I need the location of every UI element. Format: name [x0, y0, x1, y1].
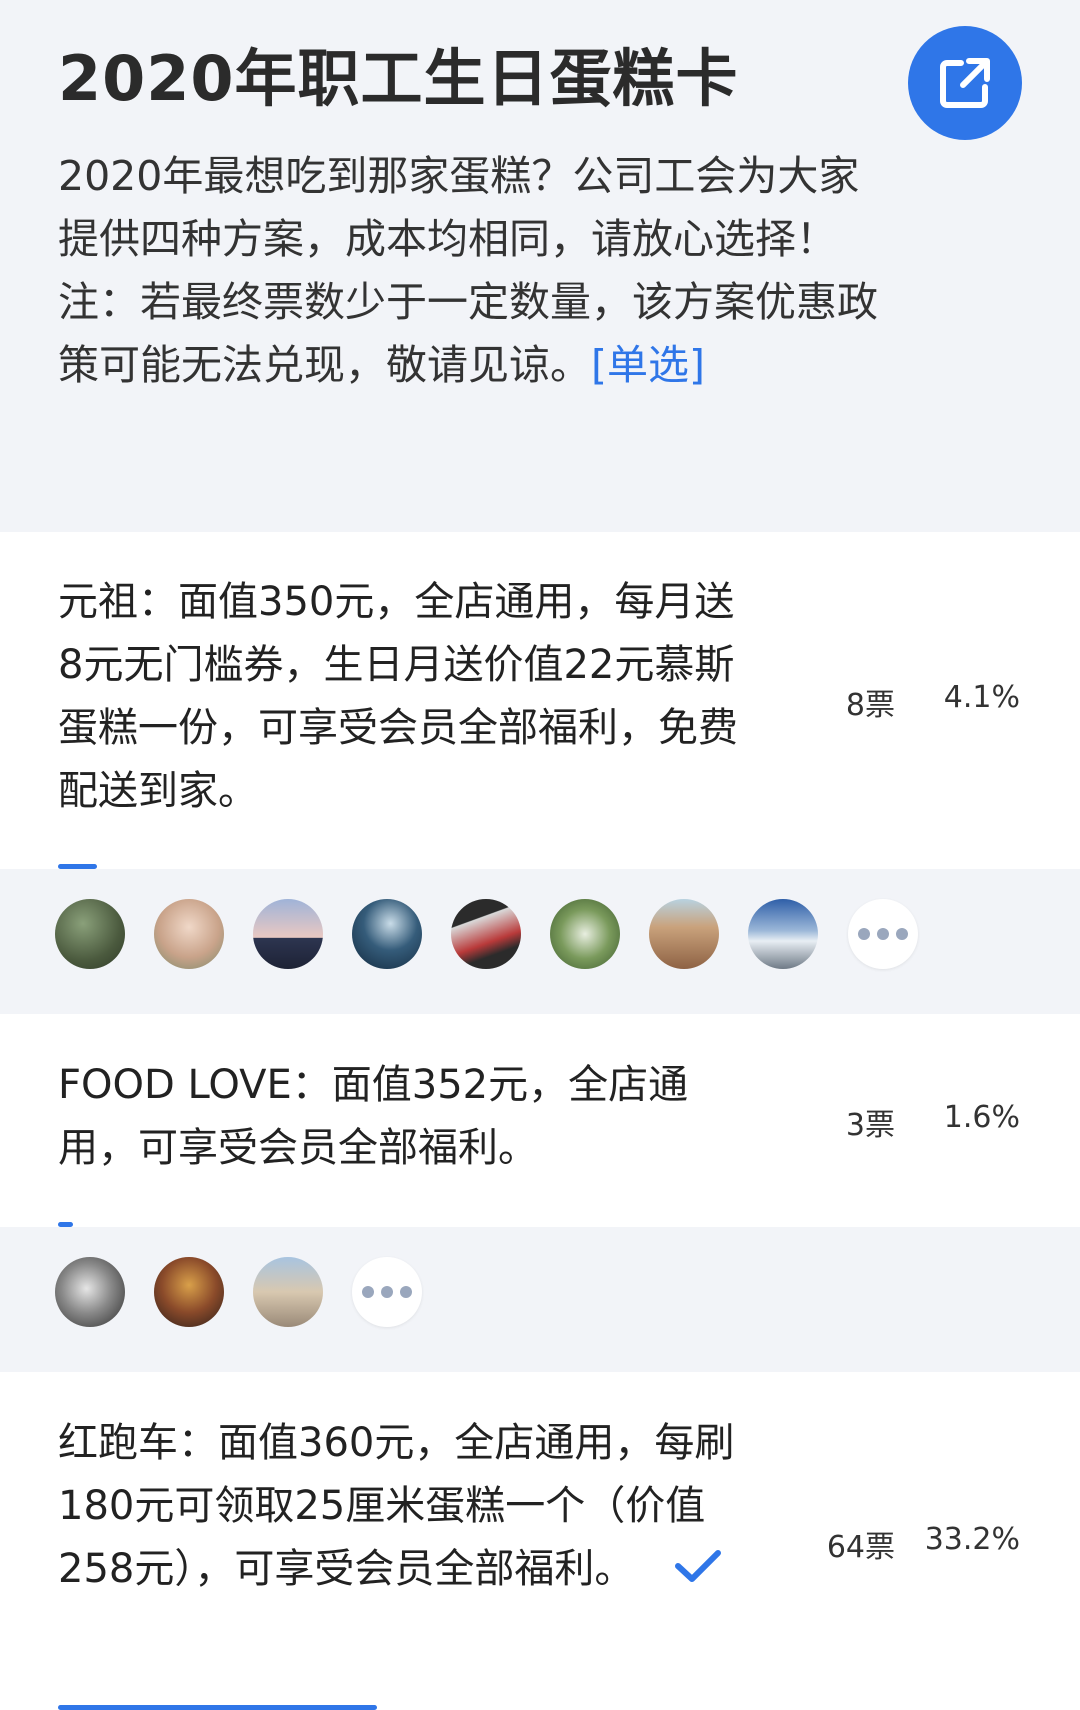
- voter-avatar[interactable]: [253, 1257, 323, 1327]
- poll-option-2[interactable]: FOOD LOVE：面值352元，全店通用，可享受会员全部福利。 3票 1.6%: [0, 1014, 1080, 1227]
- voter-avatar[interactable]: [748, 899, 818, 969]
- option-text: 红跑车：面值360元，全店通用，每刷180元可领取25厘米蛋糕一个（价值258元…: [58, 1412, 738, 1603]
- voter-avatar[interactable]: [154, 1257, 224, 1327]
- poll-option-1[interactable]: 元祖：面值350元，全店通用，每月送8元无门槛券，生日月送价值22元慕斯蛋糕一份…: [0, 532, 1080, 869]
- option-text: FOOD LOVE：面值352元，全店通用，可享受会员全部福利。: [58, 1062, 689, 1171]
- external-link-icon: [940, 58, 990, 108]
- option-percent: 1.6%: [943, 1100, 1020, 1135]
- option-vote-count: 8票: [845, 688, 895, 723]
- poll-header: 2020年职工生日蛋糕卡 2020年最想吃到那家蛋糕？公司工会为大家提供四种方案…: [0, 0, 1080, 530]
- voter-avatar[interactable]: [550, 899, 620, 969]
- voter-avatar[interactable]: [55, 1257, 125, 1327]
- poll-description: 2020年最想吃到那家蛋糕？公司工会为大家提供四种方案，成本均相同，请放心选择！…: [58, 145, 888, 397]
- dot: [858, 928, 870, 940]
- voter-avatar[interactable]: [154, 899, 224, 969]
- share-button[interactable]: [908, 26, 1022, 140]
- option-progress-bar: [58, 1705, 377, 1710]
- dot: [896, 928, 908, 940]
- voter-avatar[interactable]: [253, 899, 323, 969]
- poll-type-tag: [单选]: [591, 341, 705, 389]
- dot: [877, 928, 889, 940]
- more-voters-button[interactable]: [352, 1257, 422, 1327]
- checkmark-icon: [674, 1540, 722, 1603]
- poll-option-3[interactable]: 红跑车：面值360元，全店通用，每刷180元可领取25厘米蛋糕一个（价值258元…: [0, 1372, 1080, 1710]
- option-vote-count: 64票: [826, 1530, 895, 1565]
- dot: [362, 1286, 374, 1298]
- voter-avatars-row: [0, 1227, 1080, 1372]
- more-voters-button[interactable]: [848, 899, 918, 969]
- dot: [400, 1286, 412, 1298]
- voter-avatar[interactable]: [352, 899, 422, 969]
- voter-avatars-row: [0, 869, 1080, 1014]
- poll-description-text: 2020年最想吃到那家蛋糕？公司工会为大家提供四种方案，成本均相同，请放心选择！…: [58, 152, 878, 389]
- voter-avatar[interactable]: [451, 899, 521, 969]
- option-percent: 4.1%: [943, 680, 1020, 715]
- voter-avatar[interactable]: [649, 899, 719, 969]
- poll-title: 2020年职工生日蛋糕卡: [58, 42, 739, 115]
- option-text: 元祖：面值350元，全店通用，每月送8元无门槛券，生日月送价值22元慕斯蛋糕一份…: [58, 579, 738, 814]
- dot: [381, 1286, 393, 1298]
- option-text-content: 红跑车：面值360元，全店通用，每刷180元可领取25厘米蛋糕一个（价值258元…: [58, 1420, 735, 1592]
- voter-avatar[interactable]: [55, 899, 125, 969]
- option-percent: 33.2%: [924, 1522, 1020, 1557]
- option-vote-count: 3票: [845, 1108, 895, 1143]
